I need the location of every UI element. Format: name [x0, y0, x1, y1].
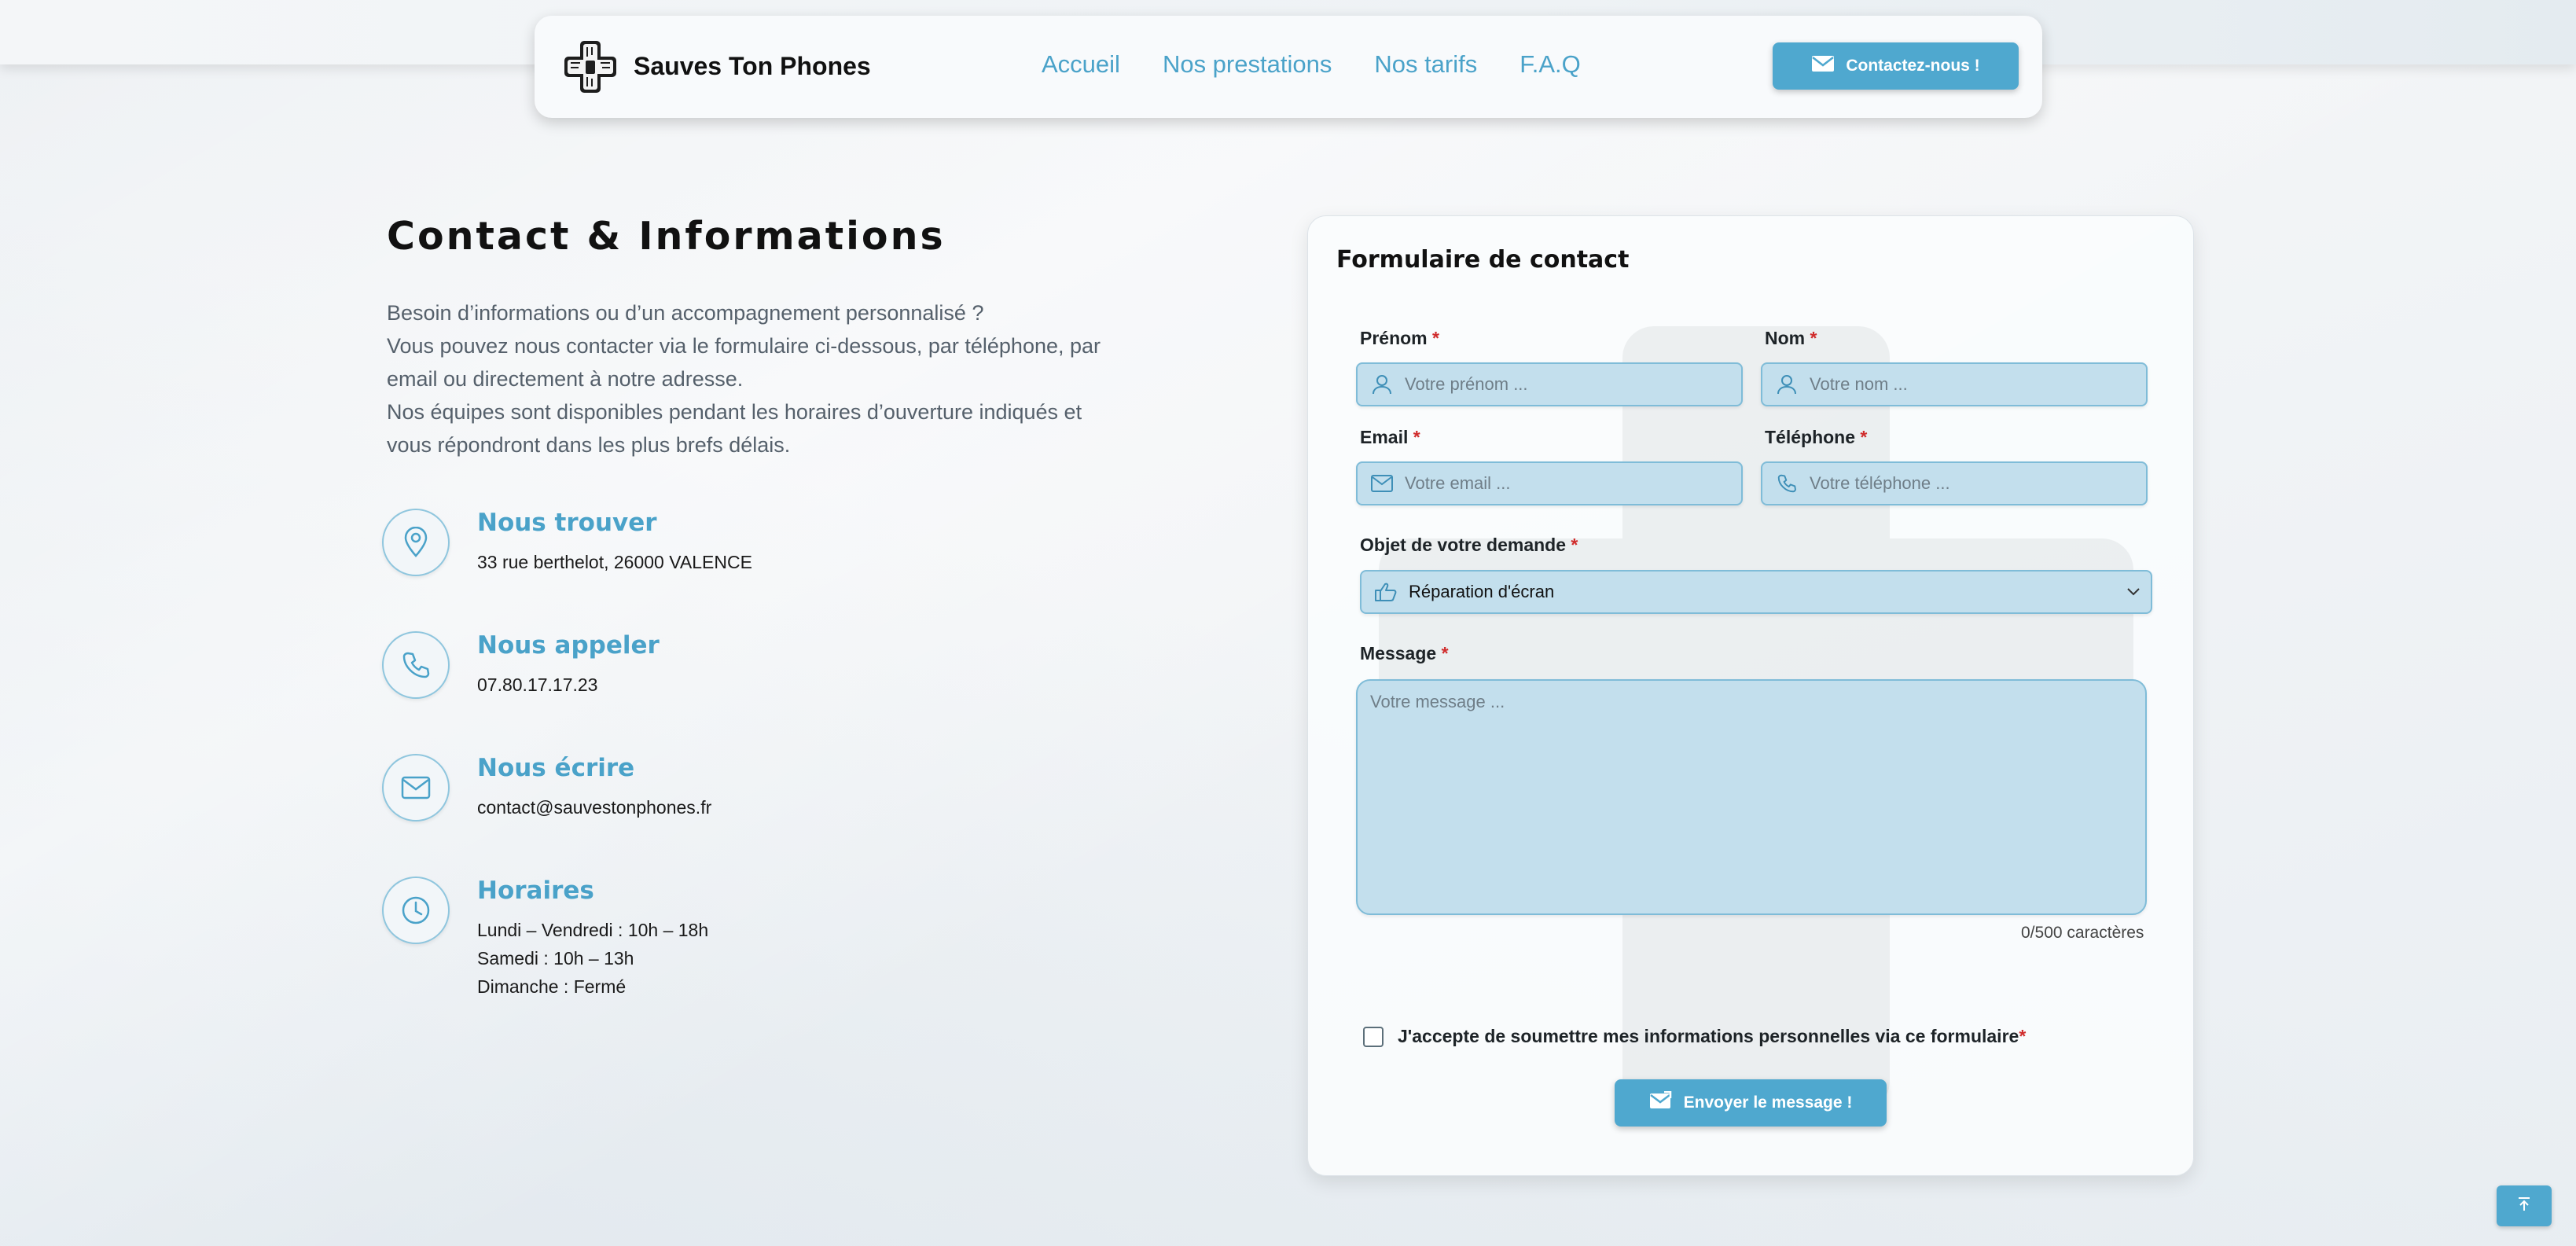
subject-label: Objet de votre demande *	[1360, 535, 1578, 556]
back-to-top-button[interactable]	[2497, 1185, 2552, 1226]
firstname-field[interactable]	[1356, 362, 1743, 406]
message-textarea[interactable]	[1358, 681, 2145, 923]
user-icon	[1769, 374, 1805, 395]
firstname-label-text: Prénom	[1360, 328, 1428, 348]
main-nav: Accueil Nos prestations Nos tarifs F.A.Q	[1042, 50, 1581, 79]
consent-row: J'accepte de soumettre mes informations …	[1363, 1026, 2026, 1047]
required-mark: *	[1441, 643, 1449, 663]
subject-label-text: Objet de votre demande	[1360, 535, 1567, 555]
nav-faq[interactable]: F.A.Q	[1520, 50, 1581, 79]
intro-line: Nos équipes sont disponibles pendant les…	[387, 400, 1082, 457]
required-mark: *	[2019, 1026, 2027, 1046]
map-pin-icon	[382, 509, 450, 576]
lastname-label-text: Nom	[1765, 328, 1806, 348]
subject-selected-value: Réparation d'écran	[1409, 582, 1555, 601]
info-hours: Horaires Lundi – Vendredi : 10h – 18h Sa…	[382, 877, 1090, 997]
nav-tarifs[interactable]: Nos tarifs	[1374, 50, 1477, 79]
email-address[interactable]: contact@sauvestonphones.fr	[477, 793, 711, 821]
intro-line: Vous pouvez nous contacter via le formul…	[387, 334, 1101, 391]
clock-icon	[382, 877, 450, 944]
brand-logo-icon[interactable]	[563, 39, 618, 94]
lastname-field[interactable]	[1761, 362, 2148, 406]
envelope-icon	[1364, 475, 1400, 492]
phone-number[interactable]: 07.80.17.17.23	[477, 671, 597, 699]
address-text: 33 rue berthelot, 26000 VALENCE	[477, 552, 752, 572]
email-input[interactable]	[1400, 473, 1741, 494]
envelope-icon	[1811, 55, 1835, 77]
brand-name[interactable]: Sauves Ton Phones	[634, 52, 871, 81]
firstname-input[interactable]	[1400, 374, 1741, 395]
message-label-text: Message	[1360, 643, 1437, 663]
mail-icon	[382, 754, 450, 821]
contact-us-button[interactable]: Contactez-nous !	[1773, 42, 2019, 90]
email-field[interactable]	[1356, 461, 1743, 505]
info-title: Nous trouver	[477, 509, 657, 537]
email-label-text: Email	[1360, 427, 1409, 447]
hours-line: Samedi : 10h – 13h	[477, 948, 634, 968]
required-mark: *	[1810, 328, 1817, 348]
page-title: Contact & Informations	[387, 214, 946, 259]
submit-label: Envoyer le message !	[1683, 1093, 1853, 1112]
consent-checkbox[interactable]	[1363, 1026, 1384, 1047]
info-title: Nous appeler	[477, 631, 660, 660]
info-location: Nous trouver 33 rue berthelot, 26000 VAL…	[382, 509, 1090, 619]
required-mark: *	[1860, 427, 1868, 447]
phone-icon	[1769, 473, 1805, 494]
contact-form: Formulaire de contact Prénom * Nom * Ema…	[1307, 215, 2194, 1176]
submit-button[interactable]: Envoyer le message !	[1615, 1079, 1887, 1127]
site-header: Sauves Ton Phones Accueil Nos prestation…	[535, 16, 2042, 118]
intro-line: Besoin d’informations ou d’un accompagne…	[387, 301, 984, 325]
required-mark: *	[1571, 535, 1578, 555]
intro-text: Besoin d’informations ou d’un accompagne…	[387, 296, 1126, 461]
email-label: Email *	[1360, 427, 1420, 448]
consent-label-text: J'accepte de soumettre mes informations …	[1398, 1026, 2019, 1046]
message-field[interactable]	[1356, 679, 2147, 923]
firstname-label: Prénom *	[1360, 328, 1439, 349]
lastname-input[interactable]	[1805, 374, 2146, 395]
subject-select[interactable]: Réparation d'écran	[1360, 570, 2152, 614]
phone-input[interactable]	[1805, 473, 2146, 494]
form-title: Formulaire de contact	[1336, 246, 1630, 274]
phone-label-text: Téléphone	[1765, 427, 1856, 447]
contact-us-label: Contactez-nous !	[1846, 57, 1980, 75]
hours-line: Lundi – Vendredi : 10h – 18h	[477, 920, 709, 940]
lastname-label: Nom *	[1765, 328, 1817, 349]
info-title: Horaires	[477, 877, 594, 905]
hours-line: Dimanche : Fermé	[477, 976, 627, 997]
phone-label: Téléphone *	[1765, 427, 1867, 448]
required-mark: *	[1432, 328, 1439, 348]
info-email: Nous écrire contact@sauvestonphones.fr	[382, 754, 1090, 864]
phone-icon	[382, 631, 450, 699]
nav-prestations[interactable]: Nos prestations	[1163, 50, 1332, 79]
character-counter: 0/500 caractères	[2021, 924, 2144, 942]
message-label: Message *	[1360, 643, 1449, 664]
nav-accueil[interactable]: Accueil	[1042, 50, 1120, 79]
required-mark: *	[1413, 427, 1420, 447]
info-title: Nous écrire	[477, 754, 635, 782]
phone-field[interactable]	[1761, 461, 2148, 505]
thumbs-up-icon	[1368, 582, 1404, 602]
info-phone: Nous appeler 07.80.17.17.23	[382, 631, 1090, 741]
consent-label[interactable]: J'accepte de soumettre mes informations …	[1398, 1026, 2026, 1047]
arrow-up-icon	[2515, 1196, 2533, 1217]
user-icon	[1364, 374, 1400, 395]
chevron-down-icon	[2116, 587, 2151, 597]
send-mail-icon	[1649, 1090, 1673, 1115]
